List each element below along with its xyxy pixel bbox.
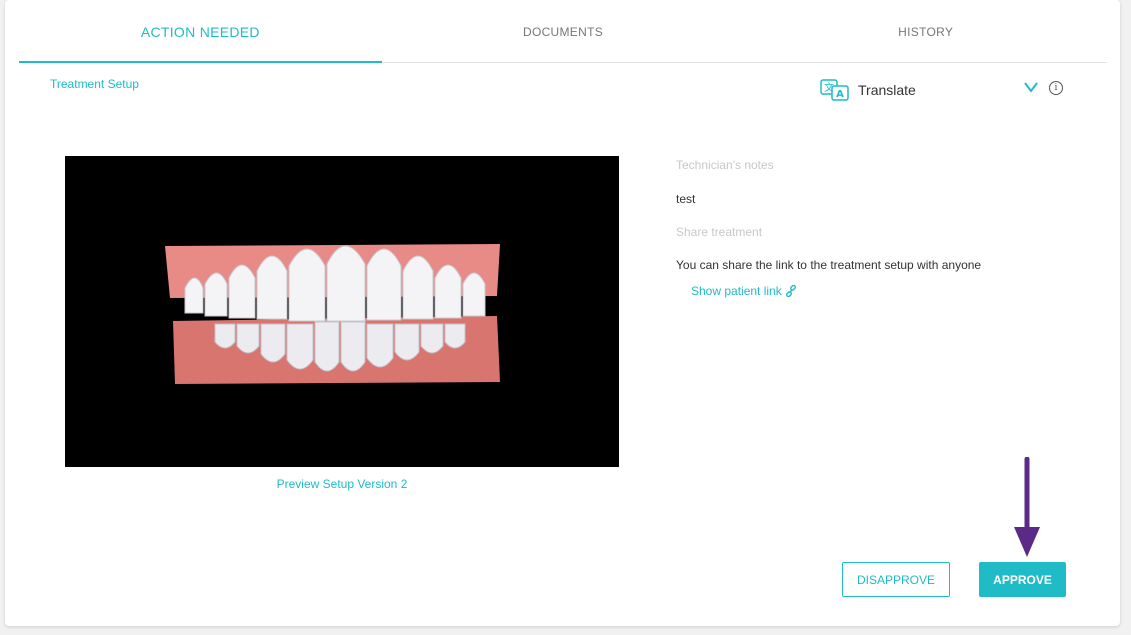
tab-history[interactable]: HISTORY [744,0,1107,62]
preview-setup-link[interactable]: Preview Setup Version 2 [65,477,619,491]
translate-button[interactable]: 文 A Translate [820,78,916,102]
link-icon [785,285,796,297]
technician-notes-label: Technician's notes [676,158,774,172]
down-arrow-icon [1014,457,1040,557]
translate-label: Translate [858,82,916,98]
disapprove-button[interactable]: DISAPPROVE [842,562,950,597]
tab-documents[interactable]: DOCUMENTS [382,0,745,62]
chevron-down-icon[interactable] [1023,80,1039,94]
tab-action-needed[interactable]: ACTION NEEDED [19,0,382,63]
technician-notes-value: test [676,192,696,206]
show-patient-link-label: Show patient link [691,284,782,298]
show-patient-link[interactable]: Show patient link [691,284,797,298]
teeth-model-image [165,244,500,384]
svg-text:A: A [836,89,844,100]
tab-bar: ACTION NEEDED DOCUMENTS HISTORY [19,0,1107,63]
section-title: Treatment Setup [50,77,139,91]
share-description: You can share the link to the treatment … [676,258,982,272]
info-icon[interactable]: i [1049,81,1063,95]
treatment-preview-image[interactable] [65,156,619,467]
translate-icon: 文 A [820,79,849,101]
share-treatment-label: Share treatment [676,225,763,239]
approve-button[interactable]: APPROVE [979,562,1066,597]
